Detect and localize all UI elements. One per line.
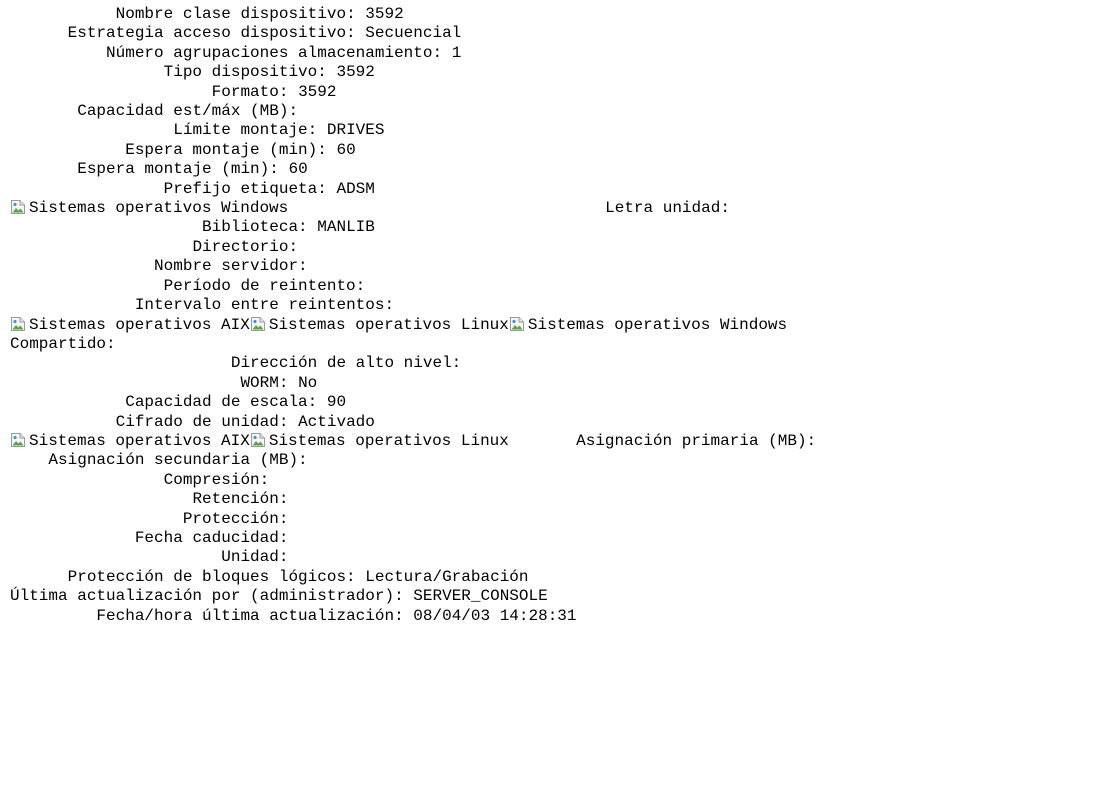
- line: Estrategia acceso dispositivo: Secuencia…: [10, 24, 462, 43]
- field-label: Asignación primaria (MB):: [576, 431, 817, 450]
- field-value: 60: [288, 160, 308, 179]
- field-label: Protección de bloques lógicos:: [67, 567, 356, 586]
- field-label: Espera montaje (min):: [125, 140, 327, 159]
- line: Retención:: [10, 490, 298, 508]
- line: Fecha/hora última actualización: 08/04/0…: [10, 606, 577, 625]
- field-label: Dirección de alto nivel:: [230, 354, 462, 373]
- field-label: Tipo dispositivo:: [163, 63, 327, 82]
- field-label: Compresión:: [163, 470, 270, 489]
- os-label-aix: Sistemas operativos AIX: [29, 315, 250, 334]
- line: Prefijo etiqueta: ADSM: [10, 180, 375, 198]
- field-value: Lectura/Grabación: [365, 567, 529, 586]
- line: Capacidad est/máx (MB):: [10, 102, 308, 120]
- line: Intervalo entre reintentos:: [10, 296, 404, 314]
- field-label: Fecha/hora última actualización:: [96, 606, 404, 625]
- line: Nombre clase dispositivo: 3592: [10, 5, 404, 23]
- broken-image-icon: [509, 316, 525, 332]
- field-value: 3592: [298, 82, 337, 101]
- line: Protección:: [10, 510, 298, 528]
- line: Límite montaje: DRIVES: [10, 121, 384, 139]
- field-label: Cifrado de unidad:: [115, 412, 289, 431]
- line: Nombre servidor:: [10, 257, 317, 275]
- os-label-linux: Sistemas operativos Linux: [268, 431, 509, 450]
- field-value: 3592: [336, 63, 375, 82]
- line: Formato: 3592: [10, 82, 337, 101]
- field-label: Fecha caducidad:: [134, 528, 289, 547]
- line: Número agrupaciones almacenamiento: 1: [10, 44, 461, 62]
- broken-image-icon: [10, 199, 26, 215]
- field-label: Letra unidad:: [605, 199, 730, 218]
- line: Tipo dispositivo: 3592: [10, 63, 375, 81]
- line: Fecha caducidad:: [10, 529, 298, 547]
- field-label: Retención:: [192, 490, 289, 509]
- field-value: Activado: [298, 412, 375, 431]
- line: Espera montaje (min): 60: [10, 160, 308, 179]
- device-class-details: Nombre clase dispositivo: 3592 Estrategi…: [10, 5, 826, 626]
- field-label: Formato:: [211, 82, 289, 101]
- os-label-aix: Sistemas operativos AIX: [29, 431, 250, 450]
- line: Sistemas operativos AIX Sistemas operativ…: [10, 316, 787, 334]
- field-label: Protección:: [182, 509, 289, 528]
- broken-image-icon: [10, 316, 26, 332]
- broken-image-icon: [10, 432, 26, 448]
- line: Última actualización por (administrador)…: [10, 587, 548, 605]
- line: Protección de bloques lógicos: Lectura/G…: [10, 568, 529, 586]
- line: Espera montaje (min): 60: [10, 140, 356, 159]
- line: Directorio:: [10, 238, 308, 256]
- line: WORM: No: [10, 374, 317, 392]
- field-label: Número agrupaciones almacenamiento:: [106, 43, 443, 62]
- field-label: Intervalo entre reintentos:: [134, 296, 395, 315]
- line: Sistemas operativos AIX Sistemas operativ…: [10, 432, 826, 450]
- os-label-windows: Sistemas operativos Windows: [29, 199, 289, 218]
- field-label: Estrategia acceso dispositivo:: [67, 24, 356, 43]
- field-value: 60: [336, 140, 356, 159]
- field-label: Límite montaje:: [173, 121, 318, 140]
- field-label: WORM:: [240, 373, 289, 392]
- field-label: Espera montaje (min):: [77, 160, 279, 179]
- line: Sistemas operativos Windows Letra unidad…: [10, 199, 740, 217]
- line: Dirección de alto nivel:: [10, 354, 471, 372]
- line: Compartido:: [10, 335, 125, 353]
- field-value: MANLIB: [317, 218, 375, 237]
- field-label: Última actualización por (administrador)…: [10, 587, 404, 606]
- line: Compresión:: [10, 471, 279, 489]
- field-label: Nombre clase dispositivo:: [115, 5, 356, 23]
- field-label: Capacidad est/máx (MB):: [77, 102, 299, 121]
- field-value: 1: [451, 43, 462, 62]
- field-value: SERVER_CONSOLE: [413, 587, 548, 606]
- line: Biblioteca: MANLIB: [10, 218, 375, 236]
- field-label: Capacidad de escala:: [125, 393, 318, 412]
- field-label: Asignación secundaria (MB):: [48, 451, 308, 470]
- field-label: Prefijo etiqueta:: [163, 179, 327, 198]
- line: Período de reintento:: [10, 277, 375, 295]
- line: Unidad:: [10, 548, 298, 566]
- field-value: 08/04/03 14:28:31: [413, 606, 577, 625]
- field-value: Secuencial: [365, 24, 462, 43]
- field-value: No: [298, 373, 318, 392]
- os-label-linux: Sistemas operativos Linux: [268, 315, 509, 334]
- broken-image-icon: [250, 316, 266, 332]
- field-label: Período de reintento:: [163, 276, 366, 295]
- field-value: DRIVES: [326, 121, 385, 140]
- field-value: 90: [326, 393, 347, 412]
- field-label: Directorio:: [192, 237, 299, 256]
- field-value: ADSM: [336, 179, 375, 198]
- field-label: Unidad:: [221, 548, 289, 567]
- line: Asignación secundaria (MB):: [10, 451, 317, 469]
- field-label: Biblioteca:: [202, 218, 308, 237]
- field-label: Nombre servidor:: [154, 257, 308, 276]
- field-label: Compartido:: [10, 334, 116, 353]
- broken-image-icon: [250, 432, 266, 448]
- field-value: 3592: [365, 5, 404, 23]
- line: Capacidad de escala: 90: [10, 393, 346, 411]
- os-label-windows: Sistemas operativos Windows: [527, 315, 788, 334]
- line: Cifrado de unidad: Activado: [10, 413, 375, 431]
